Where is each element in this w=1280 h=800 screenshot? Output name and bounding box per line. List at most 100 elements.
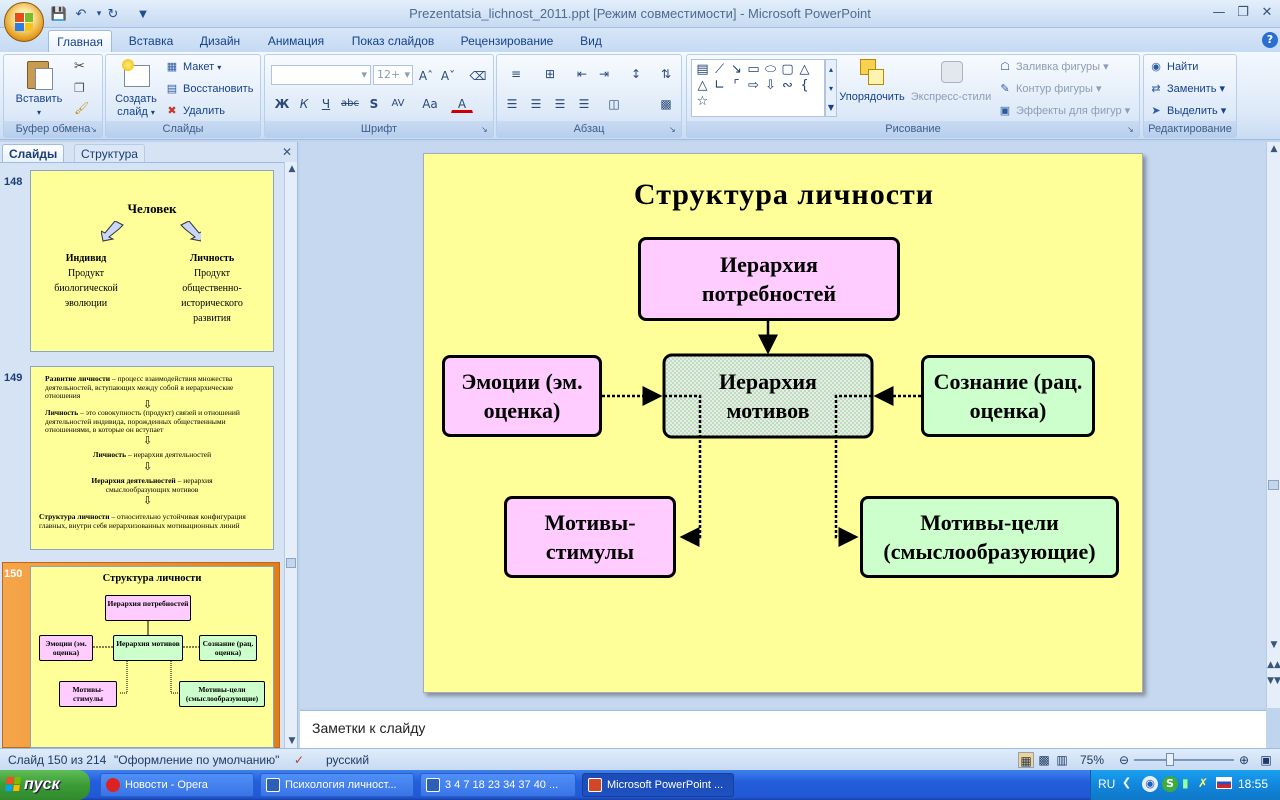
office-button[interactable] — [4, 2, 44, 42]
tab-slideshow[interactable]: Показ слайдов — [344, 30, 442, 52]
grow-font-icon[interactable]: Aˆ — [415, 65, 437, 85]
consciousness-box[interactable]: Сознание (рац. оценка) — [921, 355, 1095, 437]
paragraph-dialog-launcher-icon[interactable]: ↘ — [669, 125, 679, 135]
tray-expand-icon[interactable]: ❮ — [1122, 776, 1131, 789]
change-case-icon[interactable]: Aa — [419, 93, 441, 113]
shape-outline-button[interactable]: ✎ Контур фигуры ▾ — [997, 79, 1101, 99]
tray-tool-icon[interactable]: ✗ — [1198, 776, 1208, 790]
align-left-icon[interactable]: ☰ — [501, 93, 523, 113]
zoom-in-icon[interactable]: ⊕ — [1236, 752, 1252, 768]
taskbar-item-opera[interactable]: Новости - Opera — [100, 773, 254, 797]
taskbar-item-powerpoint[interactable]: Microsoft PowerPoint ... — [582, 773, 734, 797]
tab-insert[interactable]: Вставка — [120, 30, 182, 52]
restore-button[interactable]: ❐ — [1230, 4, 1256, 22]
motives-goals-box[interactable]: Мотивы-цели (смыслообразующие) — [860, 496, 1119, 578]
slide-thumbnail-150[interactable]: Структура личности Иерархия потребностей… — [30, 566, 274, 748]
pane-tab-slides[interactable]: Слайды — [2, 144, 65, 162]
tab-view[interactable]: Вид — [572, 30, 610, 52]
align-center-icon[interactable]: ☰ — [525, 93, 547, 113]
pane-close-icon[interactable]: ✕ — [282, 145, 292, 159]
tray-app-icon[interactable]: ◉ — [1142, 776, 1158, 792]
decrease-indent-icon[interactable]: ⇤ — [571, 63, 593, 83]
triangle-shape-icon[interactable]: △ — [796, 62, 813, 78]
delete-slide-button[interactable]: ✖ Удалить — [164, 101, 225, 121]
start-button[interactable]: пуск — [0, 770, 90, 800]
triangle2-shape-icon[interactable]: △ — [694, 78, 711, 94]
numbering-icon[interactable]: ⊞ — [535, 63, 565, 83]
tab-animation[interactable]: Анимация — [258, 30, 334, 52]
quick-styles-button[interactable]: Экспресс-стили — [909, 57, 993, 104]
strikethrough-icon[interactable]: abc — [339, 93, 361, 113]
emotions-box[interactable]: Эмоции (эм. оценка) — [442, 355, 602, 437]
connector-shape-icon[interactable]: ∟ — [711, 78, 728, 94]
textbox-shape-icon[interactable]: ▤ — [694, 62, 711, 78]
slide-thumbnail-149[interactable]: Развитие личности – процесс взаимодейств… — [30, 366, 274, 550]
paste-button[interactable]: Вставить ▾ — [12, 59, 66, 119]
motives-hierarchy-box[interactable]: Иерархия мотивов — [664, 355, 872, 437]
justify-icon[interactable]: ☰ — [573, 93, 595, 113]
curve-shape-icon[interactable]: ∾ — [779, 78, 796, 94]
scroll-up-icon[interactable]: ▲ — [285, 164, 299, 174]
cut-icon[interactable]: ✂ — [74, 59, 85, 74]
arrange-button[interactable]: Упорядочить — [837, 57, 907, 104]
tab-design[interactable]: Дизайн — [190, 30, 250, 52]
font-dialog-launcher-icon[interactable]: ↘ — [481, 125, 491, 135]
theme-name[interactable]: "Оформление по умолчанию" — [114, 752, 279, 768]
right-arrow-shape-icon[interactable]: ⇨ — [745, 78, 762, 94]
rounded-rect-shape-icon[interactable]: ▢ — [779, 62, 796, 78]
motives-stimuli-box[interactable]: Мотивы-стимулы — [504, 496, 676, 578]
scroll-thumb[interactable] — [1268, 480, 1279, 490]
font-name-combo[interactable]: ▾ — [271, 65, 371, 85]
reset-button[interactable]: ▤ Восстановить — [164, 79, 254, 99]
close-button[interactable]: ✕ — [1254, 4, 1280, 22]
tray-skype-icon[interactable]: S — [1162, 776, 1178, 792]
shadow-icon[interactable]: S — [363, 93, 385, 113]
new-slide-button[interactable]: Создать слайд ▾ — [110, 59, 162, 119]
underline-icon[interactable]: Ч — [315, 93, 337, 113]
minimize-button[interactable]: — — [1206, 4, 1232, 22]
select-button[interactable]: ➤ Выделить ▾ — [1148, 101, 1226, 121]
format-painter-icon[interactable]: 🖌 — [74, 101, 89, 115]
shape-effects-button[interactable]: ▣ Эффекты для фигур ▾ — [997, 101, 1130, 121]
star-shape-icon[interactable]: ☆ — [694, 94, 711, 110]
scroll-down-icon[interactable]: ▼ — [285, 736, 299, 746]
spellcheck-icon[interactable]: ✓ — [294, 752, 304, 768]
keyboard-language[interactable]: RU — [1098, 777, 1115, 791]
zoom-out-icon[interactable]: ⊖ — [1116, 752, 1132, 768]
tab-home[interactable]: Главная — [48, 30, 112, 52]
drawing-dialog-launcher-icon[interactable]: ↘ — [1127, 125, 1137, 135]
font-color-icon[interactable]: A — [451, 93, 473, 113]
brace-shape-icon[interactable]: { — [796, 78, 813, 94]
zoom-slider-track[interactable] — [1134, 759, 1234, 761]
columns-icon[interactable]: ◫ — [599, 93, 629, 113]
clear-format-icon[interactable]: ⌫ — [467, 65, 489, 85]
slide-scrollbar[interactable]: ▲ ▼ ▲▲ ▼▼ — [1266, 142, 1280, 708]
copy-icon[interactable]: ❐ — [74, 81, 85, 95]
pane-tab-structure[interactable]: Структура — [74, 144, 145, 162]
slides-pane-scrollbar[interactable]: ▲ ▼ — [284, 162, 297, 748]
shape-fill-button[interactable]: ☖ Заливка фигуры ▾ — [997, 57, 1109, 77]
next-slide-icon[interactable]: ▼▼ — [1267, 676, 1280, 686]
scroll-thumb[interactable] — [286, 558, 296, 568]
smartart-icon[interactable]: ▩ — [655, 93, 677, 113]
needs-hierarchy-box[interactable]: Иерархия потребностей — [638, 237, 900, 321]
bullets-icon[interactable]: ≡ — [501, 63, 531, 83]
oval-shape-icon[interactable]: ⬭ — [762, 62, 779, 78]
line-spacing-icon[interactable]: ↕ — [621, 63, 651, 83]
text-direction-icon[interactable]: ⇅ — [655, 63, 677, 83]
replace-button[interactable]: ⇄ Заменить ▾ — [1148, 79, 1225, 99]
shrink-font-icon[interactable]: Aˇ — [437, 65, 459, 85]
zoom-level[interactable]: 75% — [1080, 752, 1104, 768]
align-right-icon[interactable]: ☰ — [549, 93, 571, 113]
bold-icon[interactable]: Ж — [271, 93, 293, 113]
font-size-combo[interactable]: 12+ ▾ — [373, 65, 413, 85]
notes-pane[interactable]: Заметки к слайду — [300, 710, 1266, 748]
italic-icon[interactable]: К — [293, 93, 315, 113]
rectangle-shape-icon[interactable]: ▭ — [745, 62, 762, 78]
shapes-gallery-scroll[interactable]: ▴ ▾ ▼ — [825, 59, 837, 117]
slide-canvas[interactable]: Структура личности Иерархия потребностей… — [423, 153, 1143, 693]
taskbar-item-document[interactable]: 3 4 7 18 23 34 37 40 ... — [420, 773, 576, 797]
elbow-shape-icon[interactable]: ⌜ — [728, 78, 745, 94]
arrow-shape-icon[interactable]: ↘ — [728, 62, 745, 78]
slide-sorter-icon[interactable]: ▩ — [1036, 752, 1052, 768]
